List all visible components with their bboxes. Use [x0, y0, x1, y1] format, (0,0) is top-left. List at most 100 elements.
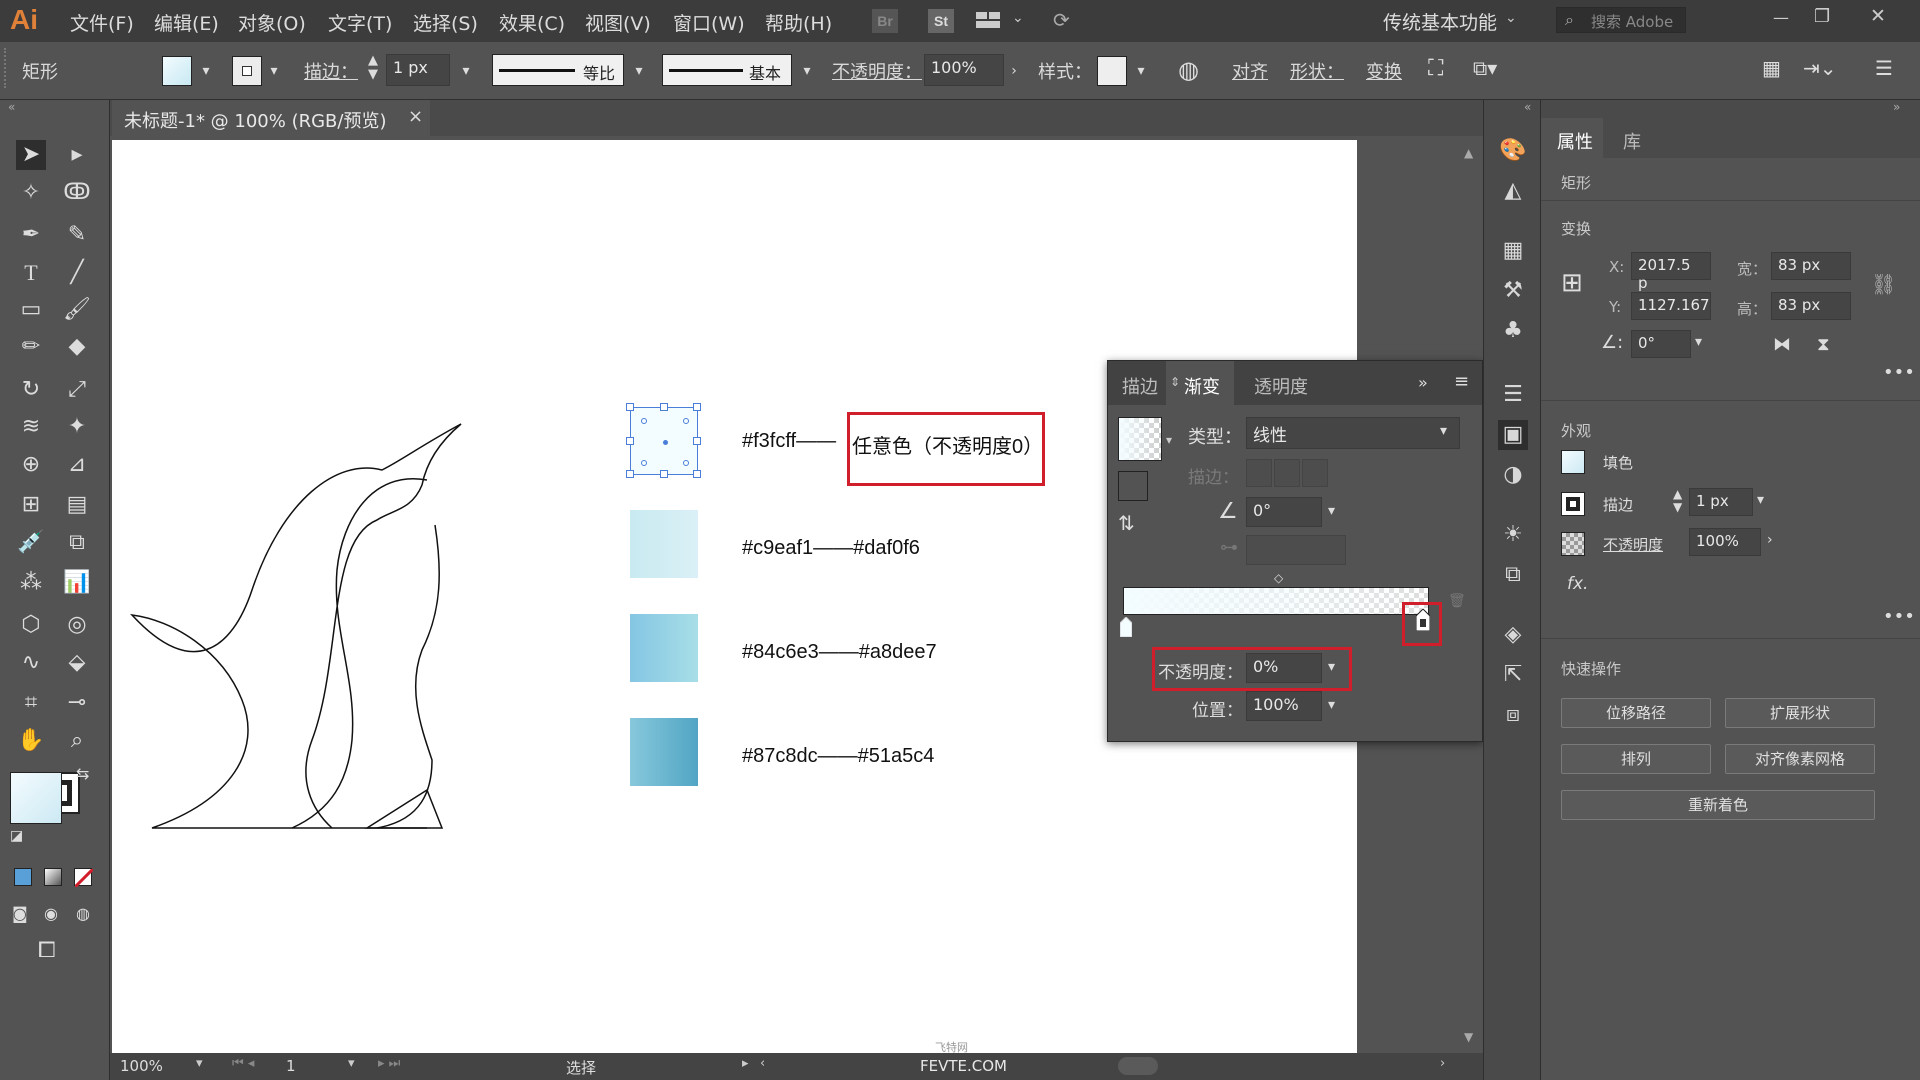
offset-path-button[interactable]: 位移路径 — [1561, 698, 1711, 728]
stroke-weight-field[interactable]: 1 px — [386, 54, 450, 86]
chevron-right-icon[interactable]: › — [1002, 56, 1026, 86]
gradient-tool-icon[interactable]: ▤ — [62, 490, 92, 520]
x-field[interactable]: 2017.5 p — [1631, 252, 1711, 292]
restore-button[interactable]: ❐ — [1814, 6, 1830, 27]
isolate-selection-icon[interactable]: ⛶ — [1428, 56, 1443, 81]
align-distribute-icon[interactable]: ⇥⌄ — [1803, 56, 1837, 80]
selection-tool-icon[interactable]: ➤ — [16, 140, 46, 170]
draw-inside-icon[interactable]: ◍ — [76, 904, 90, 923]
appearance-opacity-field[interactable]: 100% — [1689, 528, 1761, 556]
direct-selection-tool-icon[interactable]: ▸ — [62, 140, 92, 170]
recolor-artwork-icon[interactable]: ◍ — [1178, 56, 1199, 84]
first-artboard-icon[interactable]: ⏮ ◂ — [232, 1056, 254, 1071]
collapse-icon[interactable]: « — [1524, 100, 1531, 114]
angle-field[interactable]: 0° — [1246, 497, 1322, 527]
fill-stroke-toggle[interactable] — [1118, 471, 1148, 501]
shape-builder-tool-icon[interactable]: ⊕ — [16, 450, 46, 480]
curvature-tool-icon[interactable]: ✎ — [62, 220, 92, 250]
opacity-label[interactable]: 不透明度： — [832, 58, 922, 84]
graphic-style-swatch[interactable] — [1097, 56, 1127, 86]
chevron-down-icon[interactable]: ▾ — [1129, 56, 1153, 86]
zoom-level[interactable]: 100% — [120, 1057, 163, 1075]
symbol-sprayer-tool-icon[interactable]: ⁂ — [16, 568, 46, 598]
menu-type[interactable]: 文字(T) — [328, 9, 392, 36]
crop-tool-icon[interactable]: ⌗ — [16, 688, 46, 718]
status-arrow-icon[interactable]: ▸ — [742, 1056, 749, 1071]
recolor-button[interactable]: 重新着色 — [1561, 790, 1875, 820]
fill-swatch[interactable] — [162, 56, 192, 86]
chevron-down-icon[interactable]: ▾ — [795, 56, 819, 86]
stroke-swatch[interactable] — [232, 56, 262, 86]
stroke-label[interactable]: 描边： — [304, 58, 358, 84]
gradient-panel-icon[interactable]: ▣ — [1498, 420, 1528, 450]
expand-shape-button[interactable]: 扩展形状 — [1725, 698, 1875, 728]
brushes-icon[interactable]: ⚒ — [1498, 276, 1528, 306]
collapse-icon[interactable]: « — [8, 100, 15, 114]
menu-view[interactable]: 视图(V) — [585, 9, 651, 36]
opacity-label[interactable]: 不透明度 — [1603, 534, 1663, 555]
chevron-down-icon[interactable]: ▾ — [196, 1056, 203, 1071]
blend-tool-icon[interactable]: ⧉ — [62, 528, 92, 558]
magic-wand-tool-icon[interactable]: ✧ — [16, 178, 46, 208]
type-tool-icon[interactable]: T — [16, 258, 46, 288]
flip-horizontal-icon[interactable]: ⧓ — [1773, 334, 1791, 355]
pen-tool-icon[interactable]: ✒ — [16, 220, 46, 250]
delete-stop-icon[interactable]: 🗑 — [1448, 593, 1466, 609]
tab-stroke[interactable]: 描边 — [1122, 373, 1158, 399]
draw-behind-icon[interactable]: ◉ — [44, 904, 58, 923]
chevron-down-icon[interactable]: ▾ — [1695, 334, 1702, 350]
horizontal-scroll-thumb[interactable] — [1118, 1057, 1158, 1075]
fx-icon[interactable]: fx. — [1567, 574, 1588, 594]
chevron-down-icon[interactable]: ▾ — [194, 56, 218, 86]
chevron-down-icon[interactable]: ⌄ — [1012, 10, 1024, 26]
line-tool-icon[interactable]: ╱ — [62, 258, 92, 288]
menu-file[interactable]: 文件(F) — [70, 9, 134, 36]
transform-link[interactable]: 变换 — [1366, 58, 1402, 84]
scroll-left-icon[interactable]: ‹ — [760, 1056, 765, 1071]
rotate-field[interactable]: 0° — [1631, 330, 1691, 358]
reference-point-icon[interactable]: ⊞ — [1561, 268, 1583, 298]
chevron-down-icon[interactable]: ▾ — [454, 56, 478, 86]
tab-gradient-bg[interactable]: ⇕ 渐变 — [1166, 361, 1234, 405]
puppet-warp-tool-icon[interactable]: ✦ — [62, 412, 92, 442]
arrange-button[interactable]: 排列 — [1561, 744, 1711, 774]
gradient-swatch-2[interactable] — [630, 510, 698, 578]
grid-icon[interactable]: ▦ — [1762, 56, 1781, 80]
chevron-right-icon[interactable]: › — [1767, 532, 1773, 548]
height-field[interactable]: 83 px — [1771, 292, 1851, 320]
eraser-tool-icon[interactable]: ◆ — [62, 332, 92, 362]
collapse-icon[interactable]: » — [1893, 100, 1900, 114]
stop-location-field[interactable]: 100% — [1246, 691, 1322, 721]
swatches-icon[interactable]: ▦ — [1498, 236, 1528, 266]
document-tab[interactable]: 未标题-1* @ 100% (RGB/预览) × — [112, 100, 430, 136]
align-link[interactable]: 对齐 — [1232, 58, 1268, 84]
y-field[interactable]: 1127.167 — [1631, 292, 1711, 320]
measure-tool-icon[interactable]: ⊸ — [62, 688, 92, 718]
chevron-down-icon[interactable]: ▾ — [1166, 433, 1172, 447]
minimize-button[interactable]: — — [1773, 8, 1789, 27]
live-paint-tool-icon[interactable]: ⬙ — [62, 648, 92, 678]
menu-effect[interactable]: 效果(C) — [499, 9, 565, 36]
stroke-label[interactable]: 描边 — [1603, 494, 1633, 515]
menu-select[interactable]: 选择(S) — [413, 9, 478, 36]
pencil-tool-icon[interactable]: ✏ — [16, 332, 46, 362]
mesh-tool-icon[interactable]: ⊞ — [16, 490, 46, 520]
stroke-panel-icon[interactable]: ☰ — [1498, 380, 1528, 410]
width-tool-icon[interactable]: ∿ — [16, 648, 46, 678]
scroll-right-icon[interactable]: › — [1440, 1056, 1445, 1071]
opacity-icon[interactable] — [1561, 532, 1585, 556]
appearance-fill-swatch[interactable] — [1561, 450, 1585, 474]
artboards-icon[interactable]: ⧈ — [1498, 700, 1528, 730]
close-button[interactable]: ✕ — [1870, 5, 1886, 27]
stroke-stepper[interactable]: ▲ ▼ — [1673, 488, 1682, 514]
layers-icon[interactable]: ◈ — [1498, 620, 1528, 650]
variable-width-profile[interactable]: 等比 — [492, 54, 624, 86]
warp-tool-icon[interactable]: ≋ — [16, 412, 46, 442]
tab-properties[interactable]: 属性 — [1557, 128, 1593, 154]
bridge-button[interactable]: Br — [872, 9, 898, 33]
color-mode-icon[interactable] — [14, 868, 32, 886]
tab-libraries[interactable]: 库 — [1623, 128, 1641, 154]
chevron-down-icon[interactable]: ▾ — [262, 56, 286, 86]
rotate-tool-icon[interactable]: ↻ — [16, 375, 46, 405]
reverse-gradient-icon[interactable]: ⇅ — [1118, 511, 1135, 535]
